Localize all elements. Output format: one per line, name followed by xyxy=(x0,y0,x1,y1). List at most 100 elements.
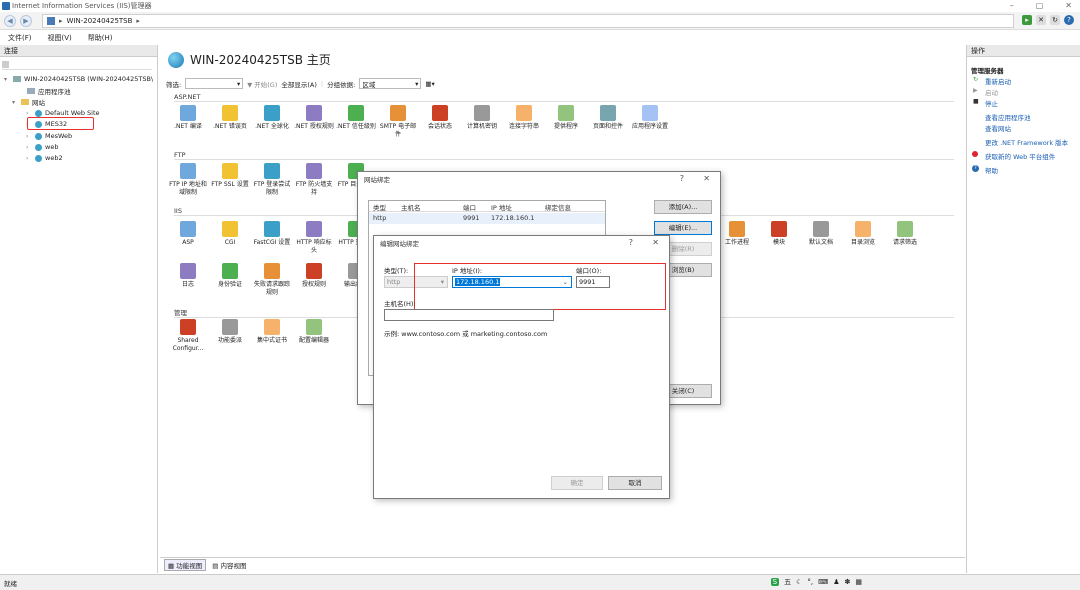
feature-icon xyxy=(897,221,913,237)
stop-icon[interactable]: ✕ xyxy=(1036,15,1046,25)
feature-aspnet-row-8[interactable]: 连接字符串 xyxy=(504,105,544,131)
feature-iis-row-9[interactable]: 请求筛选 xyxy=(885,221,925,247)
tree-site-mesweb[interactable]: › MesWeb xyxy=(26,132,72,140)
ok-button[interactable]: 确定 xyxy=(551,476,603,490)
action-start[interactable]: 启动 xyxy=(985,87,998,97)
feature-iis-row-5[interactable]: 失败请求跟踪规则 xyxy=(252,263,292,297)
tab-content-view[interactable]: ▤ 内容视图 xyxy=(212,560,246,570)
feature-aspnet-row-4[interactable]: .NET 信任级别 xyxy=(336,105,376,131)
col-ip[interactable]: IP 地址 xyxy=(491,202,512,212)
ime-logo-icon[interactable]: S xyxy=(770,578,780,586)
table-row[interactable]: http 9991 172.18.160.1 xyxy=(369,213,605,224)
host-input[interactable] xyxy=(384,309,554,321)
tab-features-view[interactable]: ▦ 功能视图 xyxy=(164,558,207,571)
feature-manage-row-8[interactable]: 集中式证书 xyxy=(252,319,292,345)
action-change-framework[interactable]: 更改 .NET Framework 版本 xyxy=(985,137,1068,147)
edit-help-button[interactable]: ? xyxy=(629,238,633,247)
close-button[interactable]: ✕ xyxy=(1065,1,1072,10)
back-button[interactable]: ◀ xyxy=(4,15,16,27)
feature-iis-row-3[interactable]: 日志 xyxy=(168,263,208,289)
ime-user-icon[interactable]: ♟ xyxy=(833,578,839,586)
feature-iis-row-6[interactable]: 模块 xyxy=(759,221,799,247)
ime-mode[interactable]: 五 xyxy=(784,577,791,587)
col-info[interactable]: 绑定信息 xyxy=(545,202,571,212)
feature-iis-row-7[interactable]: 默认文档 xyxy=(801,221,841,247)
forward-button[interactable]: ▶ xyxy=(20,15,32,27)
feature-ftp-row-0[interactable]: FTP IP 地址和域限制 xyxy=(168,163,208,197)
ime-grid-icon[interactable]: ▦ xyxy=(855,578,862,586)
edit-binding-button[interactable]: 编辑(E)... xyxy=(654,221,712,235)
feature-ftp-row-3[interactable]: FTP 防火墙支持 xyxy=(294,163,334,197)
tree-app-pools[interactable]: 应用程序池 xyxy=(18,86,71,96)
feature-aspnet-row-5[interactable]: SMTP 电子邮件 xyxy=(378,105,418,139)
filter-input[interactable]: ▾ xyxy=(185,78,244,89)
go-icon[interactable]: ▸ xyxy=(1022,15,1032,25)
menu-view[interactable]: 视图(V) xyxy=(48,33,72,43)
bindings-close-x[interactable]: ✕ xyxy=(703,174,710,183)
add-binding-button[interactable]: 添加(A)... xyxy=(654,200,712,214)
col-port[interactable]: 端口 xyxy=(463,202,476,212)
feature-iis-row-5[interactable]: 工作进程 xyxy=(717,221,757,247)
tree-site-web2[interactable]: › web2 xyxy=(26,154,63,162)
feature-iis-row-8[interactable]: 目录浏览 xyxy=(843,221,883,247)
help-icon[interactable]: ? xyxy=(1064,15,1074,25)
tree-server[interactable]: ▾ WIN-20240425TSB (WIN-20240425TSB\ xyxy=(4,75,153,83)
feature-label: CGI xyxy=(224,239,236,246)
action-view-sites[interactable]: 查看网站 xyxy=(985,123,1011,133)
feature-aspnet-row-2[interactable]: .NET 全球化 xyxy=(252,105,292,131)
feature-manage-row-9[interactable]: 配置编辑器 xyxy=(294,319,334,345)
feature-aspnet-row-3[interactable]: .NET 授权规则 xyxy=(294,105,334,131)
tree-site-web[interactable]: › web xyxy=(26,143,58,151)
cancel-button[interactable]: 取消 xyxy=(608,476,662,490)
feature-aspnet-row-1[interactable]: .NET 错误页 xyxy=(210,105,250,131)
feature-aspnet-row-11[interactable]: 应用程序设置 xyxy=(630,105,670,131)
feature-iis-row-4[interactable]: 身份验证 xyxy=(210,263,250,289)
feature-ftp-row-2[interactable]: FTP 登录尝试限制 xyxy=(252,163,292,197)
menu-file[interactable]: 文件(F) xyxy=(8,33,32,43)
feature-icon xyxy=(222,221,238,237)
address-box[interactable]: ▸ WIN-20240425TSB ▸ xyxy=(42,14,1014,28)
addr-server[interactable]: WIN-20240425TSB xyxy=(67,17,133,25)
tree-sites[interactable]: ▾ 网站 xyxy=(12,97,45,108)
feature-icon xyxy=(264,163,280,179)
ime-moon-icon[interactable]: ☾ xyxy=(796,578,802,586)
feature-label: .NET 编译 xyxy=(174,123,202,130)
tree-site-default[interactable]: › Default Web Site xyxy=(26,109,100,117)
col-host[interactable]: 主机名 xyxy=(401,202,421,212)
action-view-app-pools[interactable]: 查看应用程序池 xyxy=(985,112,1031,122)
page-title-area: WIN-20240425TSB 主页 xyxy=(168,51,331,68)
ime-punct-icon[interactable]: °, xyxy=(807,578,813,586)
filter-showall[interactable]: 全部显示(A) xyxy=(281,79,317,89)
feature-iis-row-6[interactable]: 授权规则 xyxy=(294,263,334,289)
feature-manage-row-6[interactable]: Shared Configur... xyxy=(168,319,208,353)
feature-iis-row-1[interactable]: CGI xyxy=(210,221,250,247)
feature-aspnet-row-7[interactable]: 计算机密钥 xyxy=(462,105,502,131)
feature-aspnet-row-6[interactable]: 会话状态 xyxy=(420,105,460,131)
maximize-button[interactable]: ▢ xyxy=(1036,1,1044,10)
edit-close-x[interactable]: ✕ xyxy=(652,238,659,247)
feature-aspnet-row-0[interactable]: .NET 编译 xyxy=(168,105,208,131)
bindings-help-button[interactable]: ? xyxy=(680,174,684,183)
feature-ftp-row-1[interactable]: FTP SSL 设置 xyxy=(210,163,250,189)
col-type[interactable]: 类型 xyxy=(373,202,386,212)
feature-iis-row-3[interactable]: HTTP 响应标头 xyxy=(294,221,334,255)
filter-start[interactable]: ▼ 开始(G) xyxy=(247,79,277,89)
action-help[interactable]: 帮助 xyxy=(985,165,998,175)
action-get-components[interactable]: 获取新的 Web 平台组件 xyxy=(985,151,1055,161)
groupby-select[interactable]: 区域 ▾ xyxy=(359,78,422,89)
feature-manage-row-7[interactable]: 功能委派 xyxy=(210,319,250,345)
feature-aspnet-row-9[interactable]: 提供程序 xyxy=(546,105,586,131)
view-mode-icon[interactable]: ▦▾ xyxy=(425,80,434,88)
ime-skin-icon[interactable]: ✽ xyxy=(845,578,851,586)
feature-iis-row-2[interactable]: FastCGI 设置 xyxy=(252,221,292,247)
menu-help[interactable]: 帮助(H) xyxy=(88,33,113,43)
ime-keyboard-icon[interactable]: ⌨ xyxy=(818,578,828,586)
minimize-button[interactable]: – xyxy=(1010,1,1014,10)
action-stop[interactable]: 停止 xyxy=(985,98,998,108)
action-restart[interactable]: 重新启动 xyxy=(985,76,1011,86)
restart-icon: ↻ xyxy=(973,76,979,83)
connect-icon[interactable] xyxy=(2,61,9,68)
refresh-icon[interactable]: ↻ xyxy=(1050,15,1060,25)
feature-aspnet-row-10[interactable]: 页面和控件 xyxy=(588,105,628,131)
feature-iis-row-0[interactable]: ASP xyxy=(168,221,208,247)
